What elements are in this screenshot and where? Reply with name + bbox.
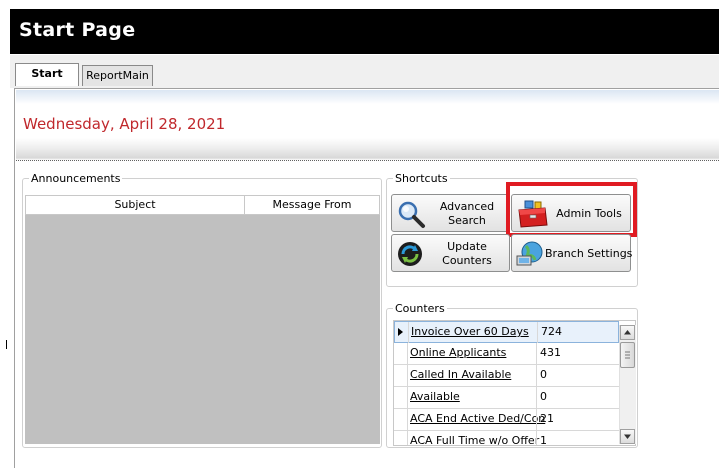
column-subject[interactable]: Subject	[26, 196, 244, 214]
counter-row[interactable]: Online Applicants 431	[394, 343, 619, 365]
tab-strip: Start Page ReportMain	[10, 55, 719, 100]
announcements-legend: Announcements	[31, 172, 121, 185]
update-counters-button[interactable]: Update Counters	[391, 234, 510, 272]
current-row-arrow-icon	[398, 328, 403, 336]
counter-row[interactable]: Available 0	[394, 387, 619, 409]
counter-value: 0	[540, 368, 547, 381]
counter-name-link[interactable]: Available	[410, 390, 460, 403]
counter-value: 0	[540, 390, 547, 403]
highlight-box	[506, 182, 637, 237]
counter-row[interactable]: ACA End Active Ded/Con 21	[394, 409, 619, 431]
globe-computer-icon	[515, 240, 545, 271]
page-title: Start Page	[19, 19, 136, 41]
column-message-from[interactable]: Message From	[245, 196, 379, 214]
scroll-down-button[interactable]	[620, 429, 635, 444]
refresh-icon	[396, 240, 424, 271]
tab-report-main[interactable]: ReportMain	[82, 65, 153, 86]
advanced-search-button[interactable]: Advanced Search	[391, 194, 510, 232]
cell-separator	[536, 431, 537, 445]
current-date: Wednesday, April 28, 2021	[23, 115, 226, 133]
counter-value: 1	[540, 434, 547, 446]
branch-settings-label: Branch Settings	[545, 247, 633, 260]
row-header[interactable]	[395, 322, 409, 343]
title-bar: Start Page	[10, 9, 719, 54]
counter-value: 724	[541, 325, 562, 338]
advanced-search-label-1: Advanced	[439, 200, 495, 213]
counter-name-link[interactable]: ACA Full Time w/o Offer	[410, 434, 539, 445]
cell-separator	[536, 343, 537, 364]
edge-mark	[6, 340, 7, 349]
chevron-down-icon	[624, 434, 631, 439]
row-header[interactable]	[394, 343, 408, 364]
counter-name-link[interactable]: Invoice Over 60 Days	[411, 325, 529, 338]
grip-icon	[625, 351, 630, 359]
update-counters-label-1: Update	[447, 240, 487, 253]
counter-name-link[interactable]: Called In Available	[410, 368, 511, 381]
counter-row[interactable]: ACA Full Time w/o Offer 1	[394, 431, 619, 446]
counter-row[interactable]: Invoice Over 60 Days 724	[394, 321, 619, 343]
scroll-up-button[interactable]	[620, 325, 635, 340]
branch-settings-button[interactable]: Branch Settings	[511, 234, 633, 272]
counter-value: 431	[540, 346, 561, 359]
announcements-list[interactable]	[25, 215, 380, 444]
counters-scrollbar[interactable]	[619, 325, 636, 444]
divider	[16, 160, 719, 161]
announcements-header: Subject Message From	[25, 195, 380, 215]
counters-grid: Invoice Over 60 Days 724 Online Applican…	[393, 320, 636, 446]
counters-legend: Counters	[395, 302, 445, 315]
chevron-up-icon	[624, 330, 631, 335]
scroll-thumb[interactable]	[620, 342, 635, 368]
counter-value: 21	[540, 412, 554, 425]
counter-name-link[interactable]: ACA End Active Ded/Con	[410, 412, 545, 425]
row-header[interactable]	[394, 431, 408, 445]
counter-row[interactable]: Called In Available 0	[394, 365, 619, 387]
magnifier-icon	[396, 199, 426, 232]
cell-separator	[536, 387, 537, 408]
row-header[interactable]	[394, 387, 408, 408]
advanced-search-label-2: Search	[448, 214, 486, 227]
counter-name-link[interactable]: Online Applicants	[410, 346, 506, 359]
tab-start-page[interactable]: Start Page	[15, 63, 79, 100]
update-counters-label-2: Counters	[442, 254, 492, 267]
row-header[interactable]	[394, 365, 408, 386]
shortcuts-legend: Shortcuts	[395, 172, 448, 185]
cell-separator	[536, 365, 537, 386]
row-header[interactable]	[394, 409, 408, 430]
cell-separator	[536, 409, 537, 430]
cell-separator	[537, 322, 538, 343]
